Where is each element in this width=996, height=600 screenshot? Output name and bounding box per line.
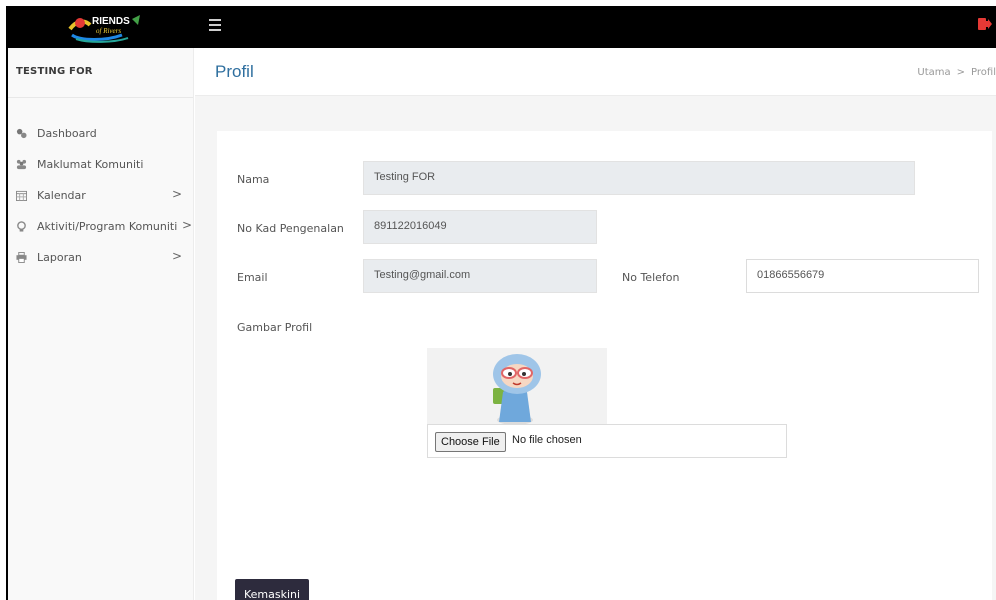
phone-field[interactable]: 01866556679 (746, 259, 979, 293)
file-status-text: No file chosen (512, 434, 582, 446)
update-button[interactable]: Kemaskini (235, 579, 309, 600)
sidebar-item-maklumat-komuniti[interactable]: Maklumat Komuniti (8, 149, 194, 180)
profile-picture-upload: Choose File No file chosen (427, 424, 787, 458)
main-content: Profil Utama > Profil Nama Testing FOR No … (195, 48, 996, 600)
choose-file-button[interactable]: Choose File (435, 432, 506, 452)
app-window: RIENDS of Rivers TESTING FOR Dashboard M… (6, 6, 996, 600)
sidebar-item-label: Maklumat Komuniti (37, 158, 144, 171)
sidebar-item-label: Dashboard (37, 127, 97, 140)
brand-logo[interactable]: RIENDS of Rivers (66, 11, 146, 43)
sidebar-item-label: Kalendar (37, 189, 86, 202)
users-icon (16, 159, 27, 170)
page-title: Profil (215, 62, 254, 81)
profile-picture-label: Gambar Profil (237, 321, 313, 334)
top-bar: RIENDS of Rivers (8, 8, 996, 48)
sidebar-menu: Dashboard Maklumat Komuniti Kalendar > A… (8, 118, 194, 273)
breadcrumb: Utama > Profil (917, 67, 996, 78)
page-header: Profil Utama > Profil (195, 48, 996, 96)
breadcrumb-home-link[interactable]: Utama (917, 67, 950, 78)
svg-text:of Rivers: of Rivers (96, 27, 121, 35)
ic-number-field[interactable]: 891122016049 (363, 210, 597, 244)
chevron-right-icon: > (171, 187, 182, 201)
sidebar-user-name: TESTING FOR (8, 48, 193, 98)
sidebar-item-label: Laporan (37, 251, 82, 264)
breadcrumb-separator: > (956, 67, 966, 78)
ic-number-label: No Kad Pengenalan (237, 222, 344, 235)
sidebar-item-laporan[interactable]: Laporan > (8, 242, 194, 273)
email-label: Email (237, 271, 268, 284)
svg-text:RIENDS: RIENDS (92, 16, 130, 27)
name-label: Nama (237, 173, 270, 186)
sidebar-item-label: Aktiviti/Program Komuniti (37, 220, 178, 233)
breadcrumb-current: Profil (971, 67, 996, 78)
menu-toggle-icon[interactable] (209, 19, 223, 33)
lightbulb-icon (17, 221, 26, 232)
chevron-right-icon: > (181, 218, 192, 232)
sidebar-item-kalendar[interactable]: Kalendar > (8, 180, 194, 211)
sidebar-item-dashboard[interactable]: Dashboard (8, 118, 194, 149)
print-icon (16, 252, 27, 263)
name-field[interactable]: Testing FOR (363, 161, 915, 195)
sidebar-item-aktiviti-program[interactable]: Aktiviti/Program Komuniti > (8, 211, 194, 242)
logout-icon[interactable] (978, 17, 992, 31)
chevron-right-icon: > (171, 249, 182, 263)
email-field[interactable]: Testing@gmail.com (363, 259, 597, 293)
profile-picture-preview (427, 348, 607, 426)
avatar (493, 354, 541, 425)
calendar-icon (16, 190, 27, 201)
phone-label: No Telefon (622, 271, 680, 284)
sidebar: TESTING FOR Dashboard Maklumat Komuniti (8, 48, 194, 600)
dashboard-icon (16, 128, 27, 139)
profile-form-card: Nama Testing FOR No Kad Pengenalan 89112… (217, 131, 992, 600)
